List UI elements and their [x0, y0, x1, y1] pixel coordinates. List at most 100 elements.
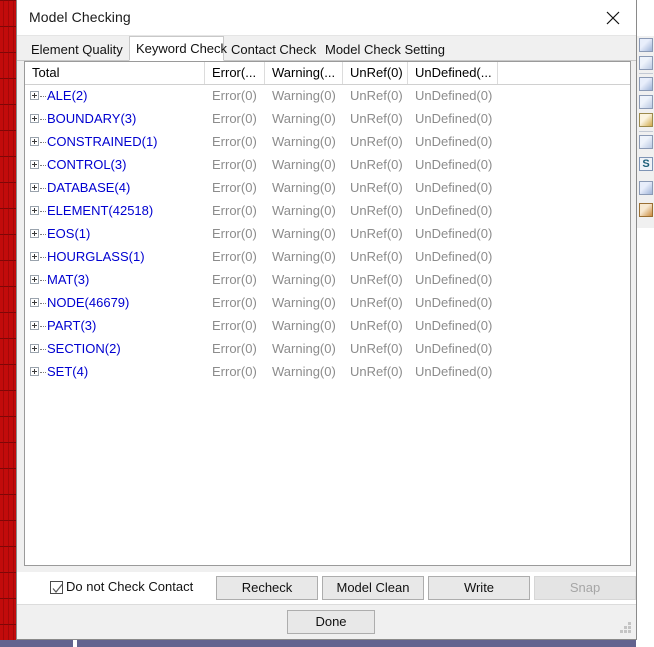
tab-contact-check[interactable]: Contact Check — [224, 39, 318, 60]
keyword-name[interactable]: PART(3) — [47, 318, 96, 333]
expand-icon[interactable] — [30, 183, 39, 192]
expand-icon[interactable] — [30, 91, 39, 100]
toolbar-icon-page[interactable] — [639, 77, 653, 91]
table-row[interactable]: SECTION(2) Error(0) Warning(0) UnRef(0) UnDe… — [25, 338, 630, 361]
table-header-row: Total Error(... Warning(... UnRef(0) UnDefin… — [25, 62, 630, 85]
grip-dot — [628, 622, 631, 625]
expand-icon[interactable] — [30, 321, 39, 330]
table-row[interactable]: DATABASE(4) Error(0) Warning(0) UnRef(0) UnD… — [25, 177, 630, 200]
table-row[interactable]: HOURGLASS(1) Error(0) Warning(0) UnRef(0) Un… — [25, 246, 630, 269]
recheck-button[interactable]: Recheck — [216, 576, 318, 600]
keyword-name[interactable]: EOS(1) — [47, 226, 90, 241]
table-row[interactable]: CONTROL(3) Error(0) Warning(0) UnRef(0) UnDe… — [25, 154, 630, 177]
mesh-line — [3, 0, 4, 640]
resize-grip[interactable] — [619, 622, 632, 635]
dialog-titlebar: Model Checking — [17, 0, 636, 36]
toolbar-icon-tools[interactable] — [639, 181, 653, 195]
expand-icon[interactable] — [30, 206, 39, 215]
cell-warning: Warning(0) — [272, 318, 336, 333]
cell-undefined: UnDefined(0) — [415, 249, 493, 264]
expand-icon[interactable] — [30, 229, 39, 238]
cell-unref: UnRef(0) — [350, 226, 403, 241]
table-row[interactable]: NODE(46679) Error(0) Warning(0) UnRef(0) UnD… — [25, 292, 630, 315]
table-row[interactable]: EOS(1) Error(0) Warning(0) UnRef(0) UnDefine… — [25, 223, 630, 246]
expand-icon[interactable] — [30, 160, 39, 169]
tree-connector — [40, 211, 46, 213]
expand-icon[interactable] — [30, 114, 39, 123]
tab-strip: Element Quality Keyword Check Contact Chec… — [17, 36, 636, 61]
column-header[interactable]: Error(... — [205, 62, 265, 84]
expand-icon[interactable] — [30, 275, 39, 284]
keyword-name[interactable]: ALE(2) — [47, 88, 87, 103]
toolbar-icon-mesh[interactable] — [639, 38, 653, 52]
cell-unref: UnRef(0) — [350, 249, 403, 264]
toolbar-icon-lock[interactable] — [639, 113, 653, 127]
cell-warning: Warning(0) — [272, 295, 336, 310]
keyword-name[interactable]: BOUNDARY(3) — [47, 111, 136, 126]
done-button[interactable]: Done — [287, 610, 375, 634]
close-icon[interactable] — [591, 0, 636, 34]
tab-keyword-check[interactable]: Keyword Check — [129, 36, 227, 61]
expand-icon[interactable] — [30, 367, 39, 376]
tree-connector — [40, 280, 46, 282]
keyword-name[interactable]: DATABASE(4) — [47, 180, 130, 195]
column-header[interactable]: UnDefined(... — [408, 62, 498, 84]
cell-unref: UnRef(0) — [350, 134, 403, 149]
host-vertical-toolbar[interactable]: S — [636, 36, 654, 228]
cell-unref: UnRef(0) — [350, 157, 403, 172]
tree-connector — [40, 96, 46, 98]
cell-error: Error(0) — [212, 157, 257, 172]
dialog-footer-controls: Do not Check Contact Recheck Model Clean W… — [17, 572, 636, 604]
table-row[interactable]: CONSTRAINED(1) Error(0) Warning(0) UnRef(0)… — [25, 131, 630, 154]
keyword-check-table[interactable]: Total Error(... Warning(... UnRef(0) UnDefin… — [24, 61, 631, 566]
cell-error: Error(0) — [212, 203, 257, 218]
write-button[interactable]: Write — [428, 576, 530, 600]
tree-connector — [40, 372, 46, 374]
keyword-name[interactable]: HOURGLASS(1) — [47, 249, 145, 264]
toolbar-icon-panel[interactable] — [639, 56, 653, 70]
toolbar-icon-document[interactable] — [639, 135, 653, 149]
cell-warning: Warning(0) — [272, 157, 336, 172]
grip-dot — [624, 630, 627, 633]
cell-error: Error(0) — [212, 180, 257, 195]
toolbar-icon-export[interactable] — [639, 203, 653, 217]
column-header[interactable]: Warning(... — [265, 62, 343, 84]
cell-unref: UnRef(0) — [350, 180, 403, 195]
model-viewport-background — [0, 0, 16, 640]
tab-element-quality[interactable]: Element Quality — [24, 39, 129, 60]
column-header[interactable]: Total — [25, 62, 205, 84]
table-body: ALE(2) Error(0) Warning(0) UnRef(0) UnDefine… — [25, 85, 630, 384]
keyword-name[interactable]: ELEMENT(42518) — [47, 203, 153, 218]
expand-icon[interactable] — [30, 298, 39, 307]
table-row[interactable]: ELEMENT(42518) Error(0) Warning(0) UnRef(0)… — [25, 200, 630, 223]
cell-warning: Warning(0) — [272, 88, 336, 103]
table-row[interactable]: SET(4) Error(0) Warning(0) UnRef(0) UnDefine… — [25, 361, 630, 384]
keyword-name[interactable]: CONTROL(3) — [47, 157, 126, 172]
keyword-name[interactable]: MAT(3) — [47, 272, 89, 287]
cell-unref: UnRef(0) — [350, 341, 403, 356]
keyword-name[interactable]: NODE(46679) — [47, 295, 129, 310]
keyword-name[interactable]: SET(4) — [47, 364, 88, 379]
tree-connector — [40, 257, 46, 259]
column-header[interactable]: UnRef(0) — [343, 62, 408, 84]
host-taskbar — [0, 640, 654, 647]
expand-icon[interactable] — [30, 252, 39, 261]
expand-icon[interactable] — [30, 137, 39, 146]
mesh-line — [13, 0, 14, 640]
keyword-name[interactable]: SECTION(2) — [47, 341, 121, 356]
tab-model-check-setting[interactable]: Model Check Setting — [318, 39, 445, 60]
toolbar-icon-solver[interactable]: S — [639, 157, 653, 171]
table-row[interactable]: MAT(3) Error(0) Warning(0) UnRef(0) UnDefine… — [25, 269, 630, 292]
expand-icon[interactable] — [30, 344, 39, 353]
toolbar-icon-list[interactable] — [639, 95, 653, 109]
cell-error: Error(0) — [212, 226, 257, 241]
checkbox-box[interactable] — [50, 581, 63, 594]
tree-connector — [40, 119, 46, 121]
model-clean-button[interactable]: Model Clean — [322, 576, 424, 600]
table-row[interactable]: PART(3) Error(0) Warning(0) UnRef(0) UnDefin… — [25, 315, 630, 338]
keyword-name[interactable]: CONSTRAINED(1) — [47, 134, 158, 149]
table-row[interactable]: BOUNDARY(3) Error(0) Warning(0) UnRef(0) UnD… — [25, 108, 630, 131]
cell-undefined: UnDefined(0) — [415, 295, 493, 310]
table-row[interactable]: ALE(2) Error(0) Warning(0) UnRef(0) UnDefine… — [25, 85, 630, 108]
tree-connector — [40, 165, 46, 167]
